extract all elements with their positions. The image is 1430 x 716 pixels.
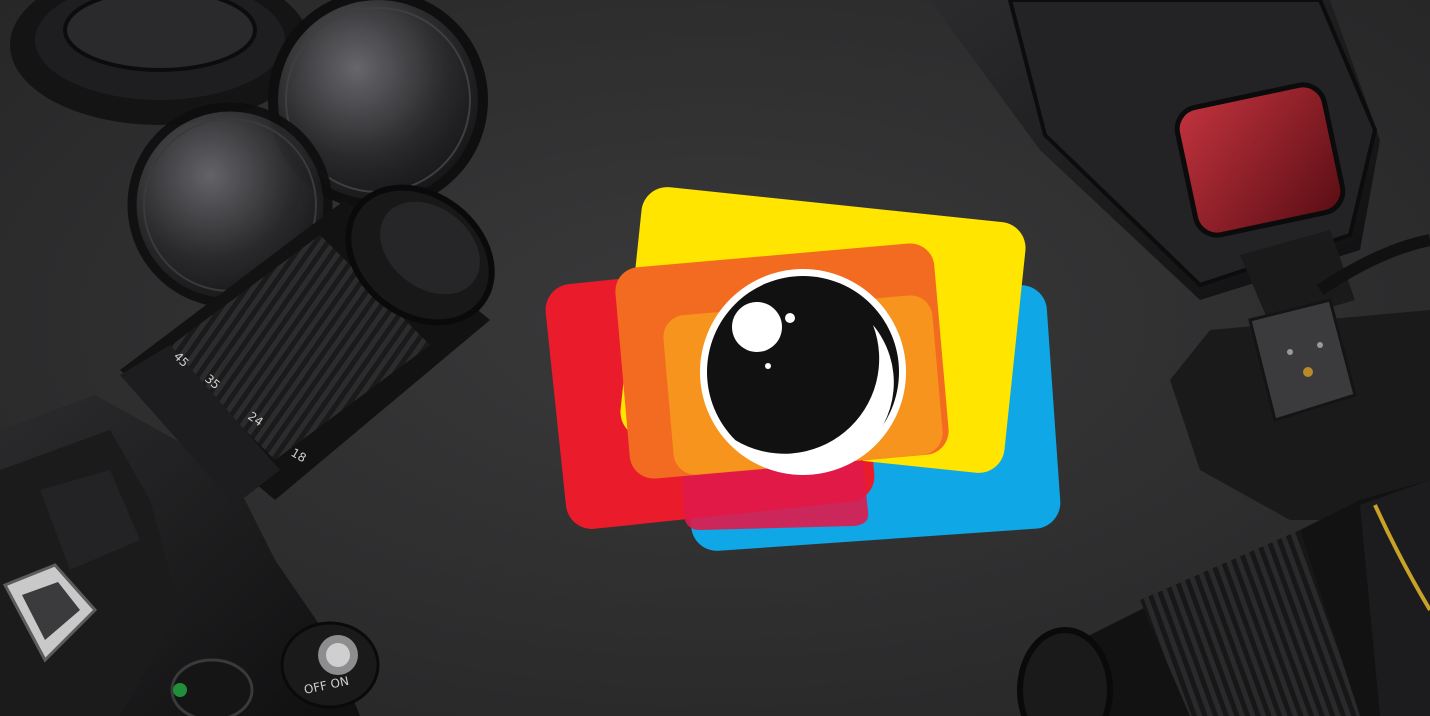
photo-scene: OFF ON 45 35 24 18: [0, 0, 1430, 716]
logo-lens-highlight: [732, 302, 782, 352]
